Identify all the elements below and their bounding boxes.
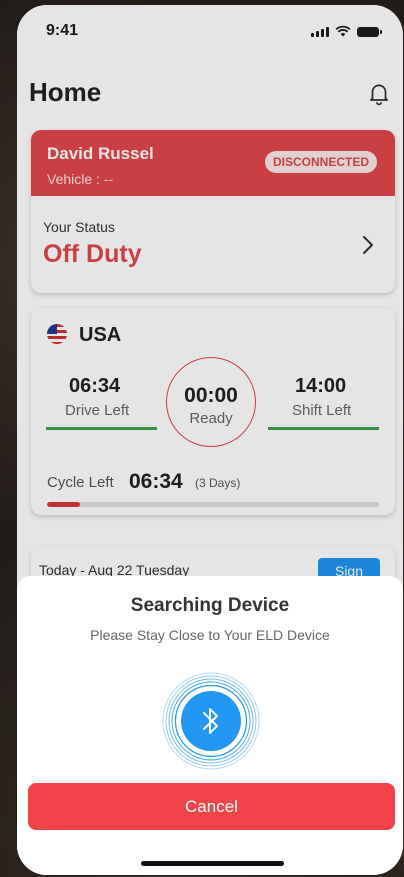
phone-frame: 9:41 Home David Russel Vehicle : -- DISC… <box>17 5 403 875</box>
status-time: 9:41 <box>46 22 79 39</box>
page-title: Home <box>29 77 102 107</box>
duty-timer-label: Ready <box>189 410 233 427</box>
searching-device-sheet: Searching Device Please Stay Close to Yo… <box>17 576 403 875</box>
bell-icon[interactable] <box>366 80 392 106</box>
shift-time-left: 14:00 <box>295 375 347 397</box>
connection-status-badge: DISCONNECTED <box>264 151 377 173</box>
bluetooth-button <box>181 691 241 751</box>
hours-of-service-card: USA 06:34 Drive Left 00:00 Ready 14:00 S… <box>31 308 395 515</box>
chevron-right-icon[interactable] <box>361 234 375 256</box>
drive-left-label: Drive Left <box>65 402 130 419</box>
cellular-signal-icon <box>311 27 329 37</box>
driver-status-card[interactable]: David Russel Vehicle : -- DISCONNECTED Y… <box>31 130 395 293</box>
cycle-time-left: 06:34 <box>129 470 183 493</box>
sheet-title: Searching Device <box>130 595 290 616</box>
driver-name: David Russel <box>47 144 154 163</box>
battery-icon <box>357 27 382 37</box>
status-bar: 9:41 <box>17 5 403 55</box>
shift-progress-bar <box>268 427 379 430</box>
us-flag-icon <box>47 324 67 344</box>
wifi-icon <box>335 25 351 37</box>
sheet-subtitle: Please Stay Close to Your ELD Device <box>90 627 330 643</box>
home-indicator[interactable] <box>141 861 284 866</box>
cycle-progress-fill <box>47 502 81 507</box>
cancel-button[interactable]: Cancel <box>28 783 395 830</box>
vehicle-label: Vehicle : -- <box>47 171 114 187</box>
cycle-progress-track <box>47 502 379 507</box>
driver-header: David Russel Vehicle : -- DISCONNECTED <box>31 130 395 196</box>
home-screen: 9:41 Home David Russel Vehicle : -- DISC… <box>17 5 403 875</box>
cycle-left-label: Cycle Left <box>47 474 114 491</box>
shift-left-label: Shift Left <box>292 402 352 419</box>
duty-timer-circle: 00:00 Ready <box>166 357 256 447</box>
drive-time-left: 06:34 <box>69 375 121 397</box>
drive-progress-bar <box>46 427 157 430</box>
cycle-days: (3 Days) <box>195 476 241 490</box>
duty-status-value: Off Duty <box>43 240 142 268</box>
duty-timer-value: 00:00 <box>184 384 238 407</box>
status-icons <box>311 25 382 37</box>
status-label: Your Status <box>43 219 115 235</box>
bluetooth-icon <box>203 708 218 734</box>
country-label: USA <box>79 324 122 346</box>
bluetooth-pulse <box>161 671 261 771</box>
